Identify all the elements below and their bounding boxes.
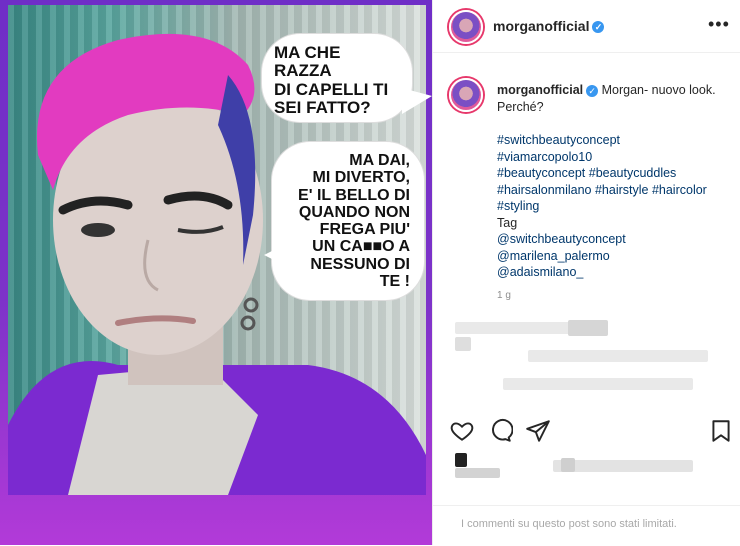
hashtag-link[interactable]: #hairsalonmilano #hairstyle #haircolor: [497, 182, 733, 199]
bubble-line: MI DIVERTO,: [312, 169, 411, 187]
mention-link[interactable]: @marilena_palermo: [497, 248, 733, 265]
bookmark-icon[interactable]: [708, 418, 734, 444]
bubble-line: SEI FATTO?: [274, 98, 371, 118]
caption-timestamp: 1 g: [497, 290, 511, 301]
header-username[interactable]: morganofficial ✓: [493, 18, 605, 34]
post-sidebar: morganofficial ✓ ••• morganofficial ✓ Morg…: [432, 0, 740, 545]
more-options-icon[interactable]: •••: [708, 14, 730, 35]
bubble-line: NESSUNO DI TE !: [310, 255, 410, 290]
blurred-likes: [561, 458, 575, 472]
comments-limited-text: I commenti su questo post sono stati lim…: [461, 518, 677, 530]
hashtag-link[interactable]: #switchbeautyconcept: [497, 132, 733, 149]
bubble-line: FREGA PIU': [319, 221, 410, 239]
verified-badge-icon: ✓: [586, 84, 599, 97]
hashtag-link[interactable]: #beautyconcept #beautycuddles: [497, 165, 733, 182]
username-text[interactable]: morganofficial: [493, 18, 589, 34]
bubble-tail: [264, 245, 284, 265]
hashtag-link[interactable]: #viamarcopolo10: [497, 149, 733, 166]
blurred-comment: [528, 350, 708, 362]
like-heart-icon[interactable]: [449, 418, 475, 444]
verified-badge-icon: ✓: [592, 21, 605, 34]
speech-bubble-answer: MA DAI, MI DIVERTO, E' IL BELLO DI QUAND…: [272, 142, 424, 300]
caption: morganofficial ✓ Morgan- nuovo look. Perc…: [497, 82, 733, 281]
bubble-tail: [402, 88, 432, 114]
caption-avatar[interactable]: [449, 78, 483, 112]
tag-label: Tag: [497, 215, 518, 230]
avatar[interactable]: [449, 10, 483, 44]
bubble-line: DI CAPELLI TI: [274, 79, 389, 99]
bubble-line: E' IL BELLO DI: [298, 186, 410, 204]
mention-link[interactable]: @adaismilano_: [497, 264, 733, 281]
bubble-line: UN CA■■O A: [312, 238, 410, 256]
hashtag-link[interactable]: #styling: [497, 198, 733, 215]
post-header: morganofficial ✓ •••: [433, 0, 740, 53]
bubble-line: MA DAI,: [349, 152, 410, 169]
caption-username[interactable]: morganofficial: [497, 83, 583, 97]
share-icon[interactable]: [525, 418, 551, 444]
bubble-line: MA CHE RAZZA: [274, 43, 341, 81]
speech-bubble-question: MA CHE RAZZA DI CAPELLI TI SEI FATTO?: [262, 34, 412, 122]
comments-limited-footer: I commenti su questo post sono stati lim…: [433, 505, 740, 546]
bubble-line: QUANDO NON: [298, 203, 410, 221]
blurred-likes: [455, 468, 500, 478]
mention-link[interactable]: @switchbeautyconcept: [497, 231, 733, 248]
post-image-panel[interactable]: MA CHE RAZZA DI CAPELLI TI SEI FATTO? MA…: [0, 0, 432, 545]
blurred-comment: [568, 320, 608, 336]
blurred-likes: [455, 453, 467, 467]
post-actions: [433, 418, 740, 448]
blurred-comment: [503, 378, 693, 390]
blurred-comment: [455, 337, 471, 351]
comment-icon[interactable]: [487, 418, 513, 444]
